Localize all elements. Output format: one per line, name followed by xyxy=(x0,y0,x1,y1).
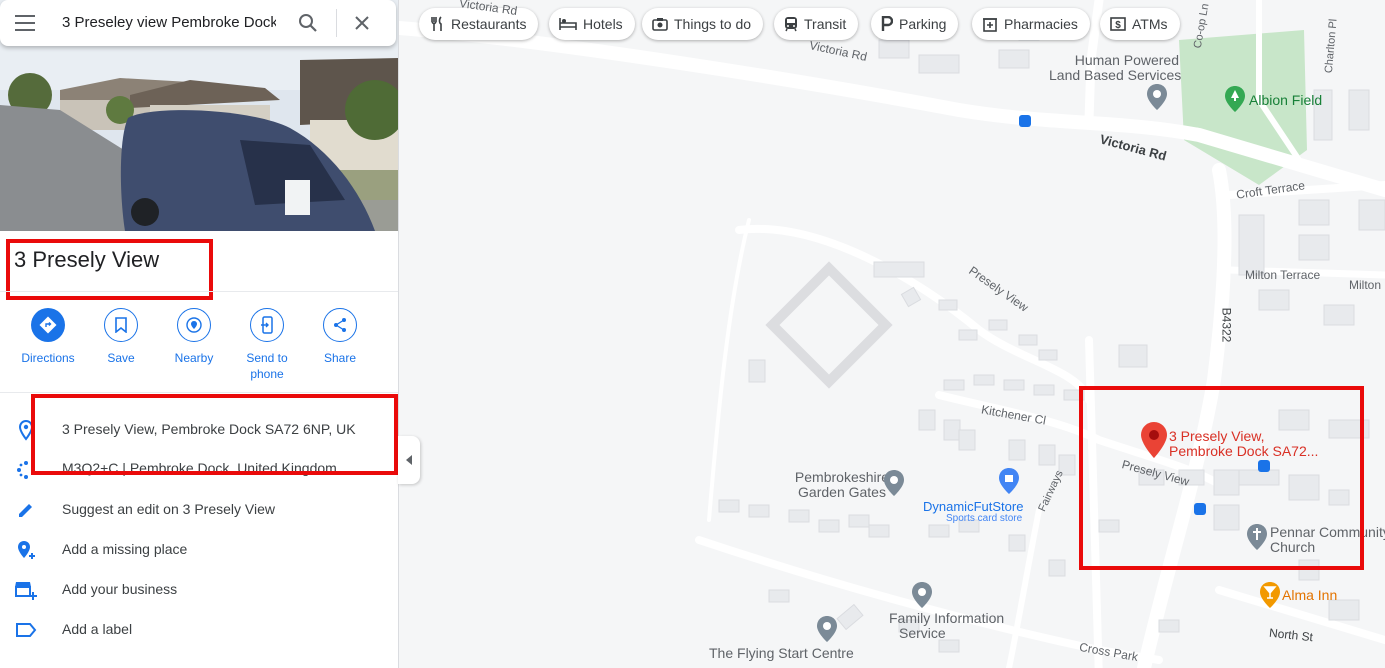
send-to-phone-label: Send to phone xyxy=(246,351,288,381)
divider xyxy=(0,291,398,292)
chip-hotels[interactable]: Hotels xyxy=(549,8,635,40)
search-box[interactable]: 3 Preseley view Pembroke Dock xyxy=(0,0,396,46)
map-canvas[interactable]: Restaurants Hotels Things to do Transit … xyxy=(399,0,1385,668)
chip-label: Restaurants xyxy=(451,16,527,32)
menu-icon[interactable] xyxy=(14,14,36,32)
chip-label: Things to do xyxy=(674,16,752,32)
chip-label: Transit xyxy=(804,16,847,32)
share-label: Share xyxy=(323,351,357,365)
add-label-text: Add a label xyxy=(62,621,133,637)
bookmark-icon xyxy=(115,317,127,333)
label-icon xyxy=(16,623,37,637)
suggest-edit-row[interactable]: Suggest an edit on 3 Presely View xyxy=(0,490,398,526)
pharmacy-icon xyxy=(983,18,997,32)
bus-stop-icon[interactable] xyxy=(1019,115,1031,127)
directions-icon xyxy=(39,316,57,334)
poi-label: Service xyxy=(899,625,946,641)
road-label: B4322 xyxy=(1219,307,1234,343)
chip-pharmacies[interactable]: Pharmacies xyxy=(972,8,1090,40)
chip-label: Parking xyxy=(899,16,947,32)
save-button[interactable]: Save xyxy=(84,308,158,366)
share-icon xyxy=(334,318,346,332)
bar-pin-icon xyxy=(1260,582,1280,608)
transit-icon xyxy=(785,17,797,32)
restaurant-icon xyxy=(431,16,442,31)
park-pin-icon xyxy=(1225,86,1245,112)
nearby-label: Nearby xyxy=(174,351,214,365)
search-divider xyxy=(336,9,337,37)
add-business-text: Add your business xyxy=(62,581,178,597)
chip-parking[interactable]: Parking xyxy=(871,8,959,40)
add-business-icon xyxy=(15,582,37,600)
road-label: Milton xyxy=(1349,278,1382,292)
send-to-phone-icon xyxy=(261,316,273,334)
nearby-button[interactable]: Nearby xyxy=(157,308,231,366)
poi-label: Pembrokeshire xyxy=(794,469,890,485)
add-business-row[interactable]: Add your business xyxy=(0,570,398,606)
svg-text:$: $ xyxy=(1115,20,1121,31)
send-to-phone-button[interactable]: Send to phone xyxy=(230,308,304,382)
poi-label: The Flying Start Centre xyxy=(709,645,854,661)
atm-icon: $ xyxy=(1110,17,1126,31)
poi-label: Human Powered xyxy=(1074,52,1179,68)
search-input[interactable]: 3 Preseley view Pembroke Dock xyxy=(62,14,276,31)
chip-label: Pharmacies xyxy=(1004,16,1078,32)
place-panel: 3 Preseley view Pembroke Dock 3 Presely … xyxy=(0,0,399,668)
chip-label: Hotels xyxy=(583,16,623,32)
poi-pin-icon xyxy=(1147,84,1167,110)
add-missing-place-text: Add a missing place xyxy=(62,541,188,557)
park-label: Albion Field xyxy=(1249,92,1323,108)
camera-icon xyxy=(652,18,668,31)
pencil-icon xyxy=(19,504,32,517)
directions-label: Directions xyxy=(21,351,75,365)
add-location-icon xyxy=(18,541,35,559)
share-button[interactable]: Share xyxy=(303,308,377,366)
poi-sublabel: Sports card store xyxy=(946,513,1023,524)
poi-pin-icon xyxy=(817,616,837,642)
chip-transit[interactable]: Transit xyxy=(774,8,859,40)
road-label: Milton Terrace xyxy=(1245,268,1321,282)
hotel-icon xyxy=(559,18,577,30)
chip-label: ATMs xyxy=(1132,16,1168,32)
poi-label: Alma Inn xyxy=(1282,587,1338,603)
divider xyxy=(0,392,398,393)
save-label: Save xyxy=(107,351,135,365)
shopping-pin-icon xyxy=(999,468,1019,494)
poi-label: Garden Gates xyxy=(798,484,886,500)
close-icon[interactable] xyxy=(350,11,374,35)
add-missing-place-row[interactable]: Add a missing place xyxy=(0,530,398,566)
search-icon[interactable] xyxy=(296,11,320,35)
poi-label: Family Information xyxy=(889,610,1005,626)
poi-label: DynamicFutStore xyxy=(923,499,1024,514)
poi-pin-icon xyxy=(912,582,932,608)
chip-atms[interactable]: $ ATMs xyxy=(1100,8,1180,40)
add-label-row[interactable]: Add a label xyxy=(0,610,398,646)
chip-things-to-do[interactable]: Things to do xyxy=(642,8,764,40)
suggest-edit-text: Suggest an edit on 3 Presely View xyxy=(62,501,275,517)
highlight-box-map xyxy=(1079,386,1364,570)
caret-left-icon xyxy=(406,455,412,465)
nearby-icon xyxy=(186,317,202,333)
poi-label: Land Based Services xyxy=(1049,67,1182,83)
collapse-panel-button[interactable] xyxy=(398,436,420,484)
poi-pin-icon xyxy=(884,470,904,496)
parking-icon xyxy=(881,16,893,31)
highlight-box-address xyxy=(31,394,398,475)
directions-button[interactable]: Directions xyxy=(11,308,85,366)
